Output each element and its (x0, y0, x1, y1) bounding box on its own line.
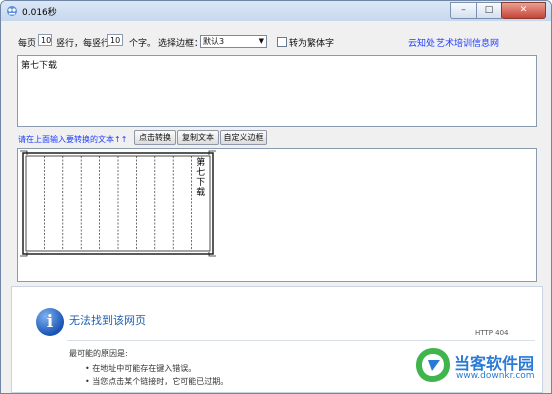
input-prompt: 请在上面输入要转换的文本↑↑ (18, 135, 128, 144)
watermark-url: www.downkr.com (456, 371, 535, 381)
custom-border-button[interactable]: 自定义边框 (220, 130, 267, 145)
reasons-label: 最可能的原因是: (69, 349, 128, 358)
error-title: 无法找到该网页 (69, 314, 146, 327)
vertical-text-grid: 第七下载 (20, 150, 216, 257)
app-icon (7, 6, 17, 16)
chars-label: 个字。 (129, 39, 157, 49)
settings-toolbar: 每页 10 竖行，每竖行 10 个字。 选择边框： 默认3 ▼ 转为繁体字 云知… (1, 33, 551, 51)
border-label: 选择边框： (158, 39, 204, 49)
chars-per-column-input[interactable]: 10 (107, 34, 123, 46)
output-char: 载 (196, 186, 205, 198)
info-icon: i (36, 308, 64, 336)
window-title: 0.016秒 (22, 8, 57, 18)
output-char: 七 (196, 167, 205, 178)
reason-2: • 当您点击某个链接时，它可能已过期。 (85, 377, 229, 386)
output-char: 第 (196, 156, 205, 168)
watermark-logo: 当客软件园 www.downkr.com (414, 344, 550, 388)
reason-1-text: 在地址中可能存在键入错误。 (92, 364, 197, 373)
border-select[interactable]: 默认3 ▼ (200, 35, 267, 48)
divider (67, 340, 535, 341)
link-yunzhichu[interactable]: 云知处 (408, 36, 435, 49)
link-art-training[interactable]: 艺术培训信息网 (436, 36, 499, 49)
output-char: 下 (196, 178, 205, 188)
columns-label: 竖行，每竖行 (56, 39, 111, 49)
reason-2-text: 当您点击某个链接时，它可能已过期。 (92, 377, 229, 386)
close-button[interactable]: ✕ (501, 2, 546, 19)
columns-per-page-input[interactable]: 10 (38, 34, 52, 46)
reason-1: • 在地址中可能存在键入错误。 (85, 364, 197, 373)
source-text-input[interactable]: 第七下载 (17, 55, 537, 127)
maximize-button[interactable]: □ (476, 2, 502, 19)
title-bar: 0.016秒 – □ ✕ (1, 1, 551, 21)
output-area[interactable]: 第七下载 (17, 148, 537, 282)
site-logo-icon (416, 348, 450, 382)
copy-text-button[interactable]: 复制文本 (177, 130, 219, 145)
convert-button[interactable]: 点击转换 (134, 130, 176, 145)
chevron-down-icon: ▼ (258, 37, 264, 45)
per-page-label: 每页 (18, 39, 37, 49)
output-column-text: 第七下载 (196, 156, 205, 198)
traditional-checkbox[interactable] (277, 37, 287, 47)
app-window: 0.016秒 – □ ✕ 每页 10 竖行，每竖行 10 个字。 选择边框： 默… (0, 0, 552, 394)
http-status: HTTP 404 (475, 329, 509, 337)
minimize-button[interactable]: – (450, 2, 476, 19)
border-select-value: 默认3 (203, 37, 225, 46)
traditional-label: 转为繁体字 (289, 39, 335, 49)
